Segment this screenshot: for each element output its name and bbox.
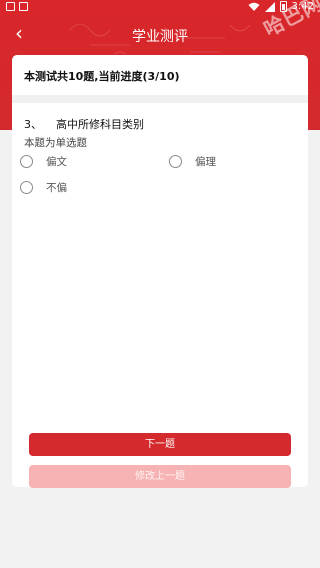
radio-circle-icon[interactable] xyxy=(20,181,33,194)
notification-icon xyxy=(19,2,28,11)
notification-icon xyxy=(6,2,15,11)
radio-circle-icon[interactable] xyxy=(169,155,182,168)
question-card: 本测试共10题,当前进度(3/10) 3、 高中所修科目类别 本题为单选题 偏文 … xyxy=(12,55,308,487)
question-number: 3、 xyxy=(24,118,42,131)
next-question-button[interactable]: 下一题 xyxy=(29,433,291,456)
option-radio[interactable]: 不偏 xyxy=(20,180,67,195)
edit-previous-button[interactable]: 修改上一题 xyxy=(29,465,291,488)
option-label: 不偏 xyxy=(46,182,67,194)
question-title: 3、 高中所修科目类别 xyxy=(24,116,144,132)
wifi-icon xyxy=(248,2,260,11)
option-label: 偏文 xyxy=(46,156,67,168)
radio-circle-icon[interactable] xyxy=(20,155,33,168)
progress-text: 本测试共10题,当前进度(3/10) xyxy=(24,70,180,83)
question-type: 本题为单选题 xyxy=(24,137,87,149)
divider xyxy=(12,95,308,103)
option-radio[interactable]: 偏理 xyxy=(169,154,216,169)
option-label: 偏理 xyxy=(195,156,216,168)
question-text: 高中所修科目类别 xyxy=(56,118,144,131)
option-radio[interactable]: 偏文 xyxy=(20,154,67,169)
